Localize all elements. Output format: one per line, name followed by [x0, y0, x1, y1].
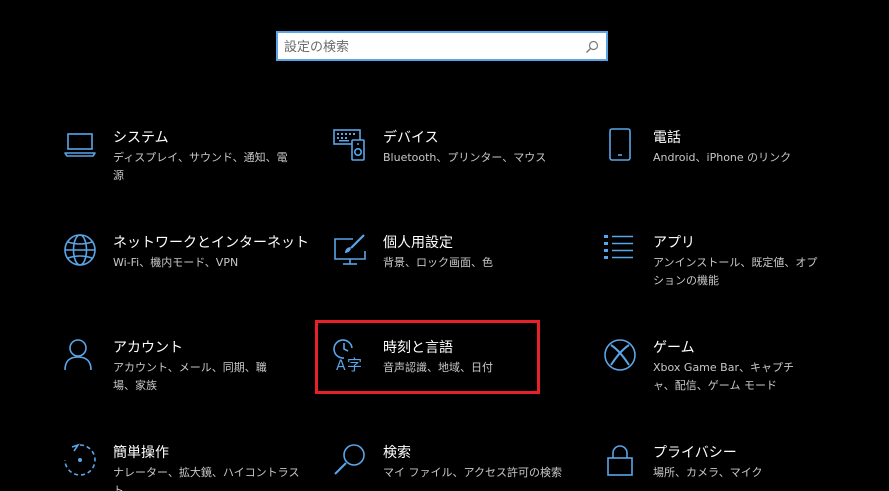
tile-gaming[interactable]: ゲーム Xbox Game Bar、キャプチャ、配信、ゲーム モード: [603, 338, 833, 408]
tile-network[interactable]: ネットワークとインターネット Wi-Fi、機内モード、VPN: [63, 233, 309, 303]
search-icon[interactable]: [585, 39, 599, 53]
tile-description: マイ ファイル、アクセス許可の検索: [383, 466, 562, 479]
tile-title: ゲーム: [653, 340, 695, 356]
phone-icon: [603, 128, 637, 162]
tile-description: ディスプレイ、サウンド、通知、電源: [113, 151, 288, 182]
tile-title: アカウント: [113, 340, 183, 356]
tile-title: プライバシー: [653, 445, 737, 461]
search-input[interactable]: [284, 37, 574, 57]
tile-description: アカウント、メール、同期、職場、家族: [113, 361, 267, 392]
tile-accounts[interactable]: アカウント アカウント、メール、同期、職場、家族: [63, 338, 278, 408]
highlight-annotation: [315, 320, 540, 394]
lock-icon: [603, 443, 637, 477]
tile-description: Bluetooth、プリンター、マウス: [383, 151, 547, 164]
tile-title: 簡単操作: [113, 445, 169, 461]
tile-title: デバイス: [383, 130, 439, 146]
tile-description: 背景、ロック画面、色: [383, 256, 493, 269]
tile-title: ネットワークとインターネット: [113, 235, 309, 251]
tile-system[interactable]: システム ディスプレイ、サウンド、通知、電源: [63, 128, 288, 198]
tile-apps[interactable]: アプリ アンインストール、既定値、オプションの機能: [603, 233, 833, 303]
tile-title: 検索: [383, 445, 411, 461]
tile-privacy[interactable]: プライバシー 場所、カメラ、マイク: [603, 443, 833, 491]
tile-title: 個人用設定: [383, 235, 453, 251]
person-icon: [63, 338, 97, 372]
laptop-icon: [63, 128, 97, 162]
tile-ease-of-access[interactable]: 簡単操作 ナレーター、拡大鏡、ハイコントラスト: [63, 443, 299, 491]
tile-description: Wi-Fi、機内モード、VPN: [113, 256, 239, 269]
keyboard-devices-icon: [333, 128, 367, 162]
tile-title: アプリ: [653, 235, 695, 251]
tile-description: アンインストール、既定値、オプションの機能: [653, 256, 818, 287]
paint-screen-icon: [333, 233, 367, 267]
tile-personalization[interactable]: 個人用設定 背景、ロック画面、色: [333, 233, 548, 303]
ease-of-access-icon: [63, 443, 97, 477]
globe-icon: [63, 233, 97, 267]
tile-title: システム: [113, 130, 169, 146]
settings-home: システム ディスプレイ、サウンド、通知、電源 デバイス Bluetooth、プリ…: [0, 0, 889, 491]
tile-description: 場所、カメラ、マイク: [653, 466, 763, 479]
magnifier-icon: [333, 443, 367, 477]
search-box[interactable]: [276, 31, 608, 61]
apps-list-icon: [603, 233, 637, 267]
tile-phone[interactable]: 電話 Android、iPhone のリンク: [603, 128, 833, 198]
tile-devices[interactable]: デバイス Bluetooth、プリンター、マウス: [333, 128, 548, 198]
tile-search[interactable]: 検索 マイ ファイル、アクセス許可の検索: [333, 443, 563, 491]
tile-title: 電話: [653, 130, 681, 146]
tile-description: Android、iPhone のリンク: [653, 151, 792, 164]
tile-description: Xbox Game Bar、キャプチャ、配信、ゲーム モード: [653, 361, 794, 392]
tile-description: ナレーター、拡大鏡、ハイコントラスト: [113, 466, 300, 491]
xbox-icon: [603, 338, 637, 372]
